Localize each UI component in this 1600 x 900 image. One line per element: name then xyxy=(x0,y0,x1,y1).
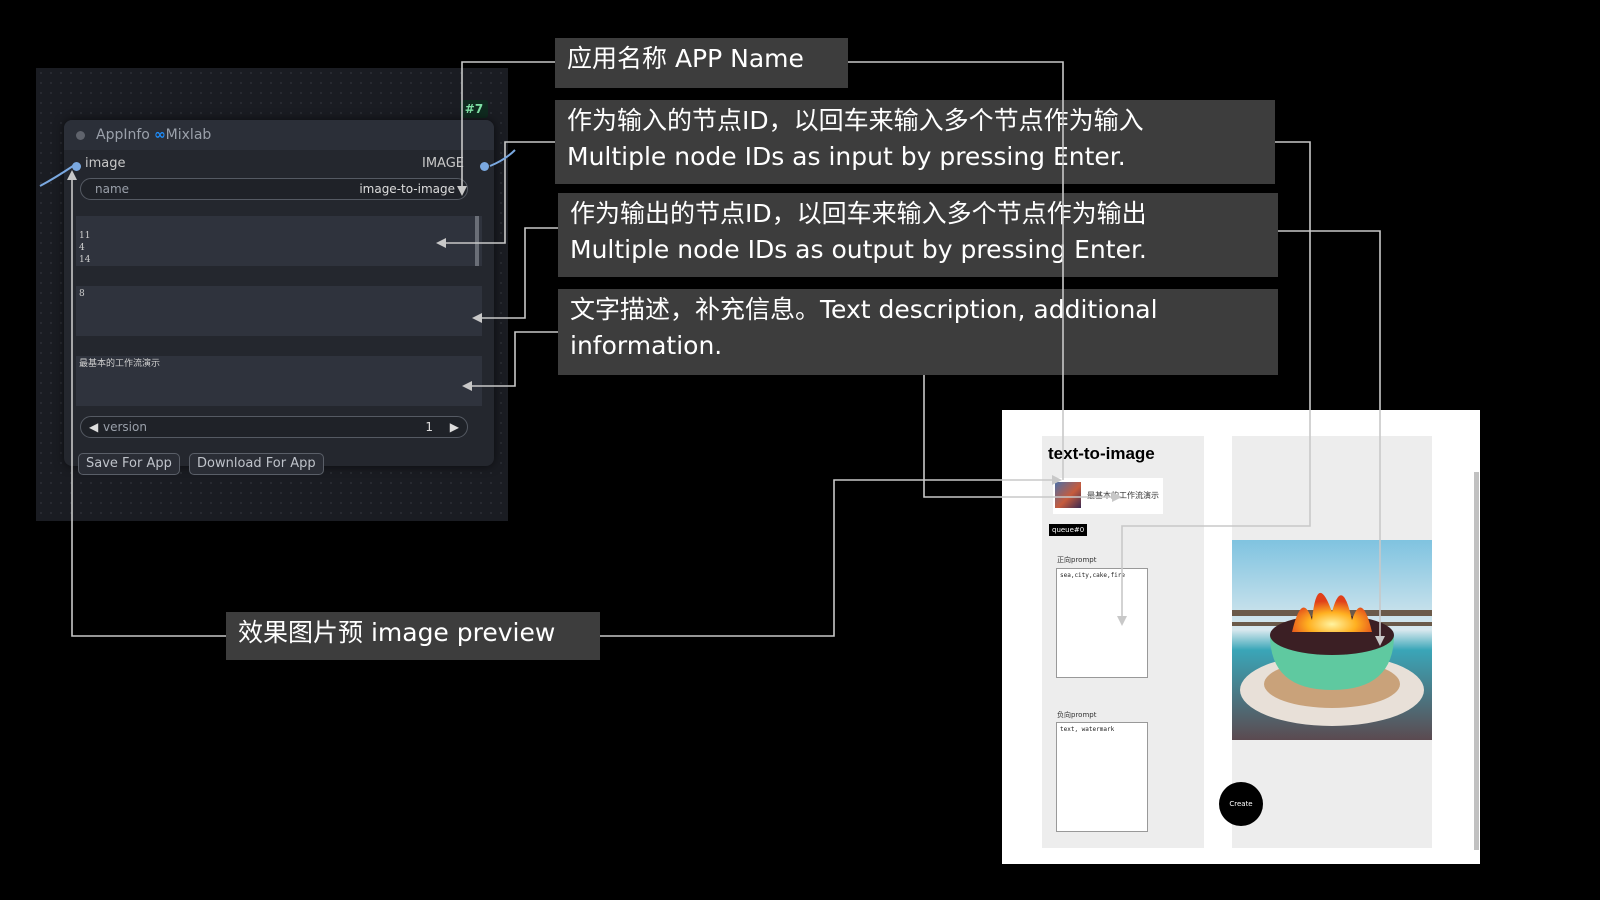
thumbnail-image xyxy=(1055,482,1081,508)
callout-output-en: Multiple node IDs as output by pressing … xyxy=(570,235,1147,264)
callout-app-name: 应用名称 APP Name xyxy=(555,38,848,88)
collapse-dot-icon[interactable] xyxy=(76,131,85,140)
node-id-badge: #7 xyxy=(460,100,488,118)
negative-prompt-textarea[interactable]: text, watermark xyxy=(1056,722,1148,832)
description-textarea[interactable]: 最基本的工作流演示 xyxy=(76,356,482,406)
version-stepper[interactable]: ◀ version 1 ▶ xyxy=(80,416,468,438)
callout-input-zh: 作为输入的节点ID，以回车来输入多个节点作为输入 xyxy=(567,106,1144,135)
callout-output-zh: 作为输出的节点ID，以回车来输入多个节点作为输出 xyxy=(570,199,1147,228)
generated-cake-image xyxy=(1232,540,1432,740)
thumbnail-description: 最基本的工作流演示 xyxy=(1087,491,1159,500)
decrement-arrow-icon[interactable]: ◀ xyxy=(89,417,98,437)
connector-image-preview-app xyxy=(600,479,1056,637)
callout-description: 文字描述，补充信息。Text description, additional i… xyxy=(558,289,1278,375)
app-thumbnail: 最基本的工作流演示 xyxy=(1053,478,1163,514)
output-ids-textarea[interactable]: 8 xyxy=(76,286,482,336)
callout-input-en: Multiple node IDs as input by pressing E… xyxy=(567,142,1126,171)
app-title: text-to-image xyxy=(1048,444,1155,463)
app-scrollbar[interactable] xyxy=(1474,472,1479,850)
node-header[interactable]: AppInfo ∞Mixlab xyxy=(64,120,494,150)
callout-input-ids: 作为输入的节点ID，以回车来输入多个节点作为输入 Multiple node I… xyxy=(555,100,1275,184)
node-title: AppInfo xyxy=(96,127,150,143)
callout-output-ids: 作为输出的节点ID，以回车来输入多个节点作为输出 Multiple node I… xyxy=(558,193,1278,277)
app-preview-window: text-to-image 最基本的工作流演示 queue#0 正向prompt… xyxy=(1002,410,1480,864)
download-for-app-button[interactable]: Download For App xyxy=(189,453,324,475)
queue-badge: queue#0 xyxy=(1049,524,1088,536)
positive-prompt-label: 正向prompt xyxy=(1057,556,1097,564)
create-button[interactable]: Create xyxy=(1219,782,1263,826)
negative-prompt-label: 负向prompt xyxy=(1057,711,1097,719)
name-field-key: name xyxy=(95,182,130,196)
positive-prompt-textarea[interactable]: sea,city,cake,fire xyxy=(1056,568,1148,678)
output-slot-icon[interactable] xyxy=(480,162,489,171)
input-ids-textarea[interactable]: 11 4 14 xyxy=(76,216,482,266)
input-slot-label: image xyxy=(85,156,126,171)
increment-arrow-icon[interactable]: ▶ xyxy=(450,417,459,437)
name-field-value: image-to-image xyxy=(359,182,455,196)
output-slot-label: IMAGE xyxy=(421,156,464,171)
infinity-icon: ∞ xyxy=(154,127,166,143)
textarea-scrollbar[interactable] xyxy=(475,216,479,266)
input-slot-icon[interactable] xyxy=(72,162,81,171)
cake-illustration xyxy=(1232,540,1432,740)
version-value: 1 xyxy=(425,420,433,434)
brand-label: Mixlab xyxy=(165,127,212,143)
node-brand: ∞Mixlab xyxy=(154,120,211,150)
version-label: version xyxy=(103,420,147,434)
name-field[interactable]: name image-to-image xyxy=(80,178,468,200)
appinfo-node[interactable]: AppInfo ∞Mixlab image IMAGE name image-t… xyxy=(64,120,494,475)
callout-image-preview: 效果图片预 image preview xyxy=(226,612,600,660)
save-for-app-button[interactable]: Save For App xyxy=(78,453,180,475)
